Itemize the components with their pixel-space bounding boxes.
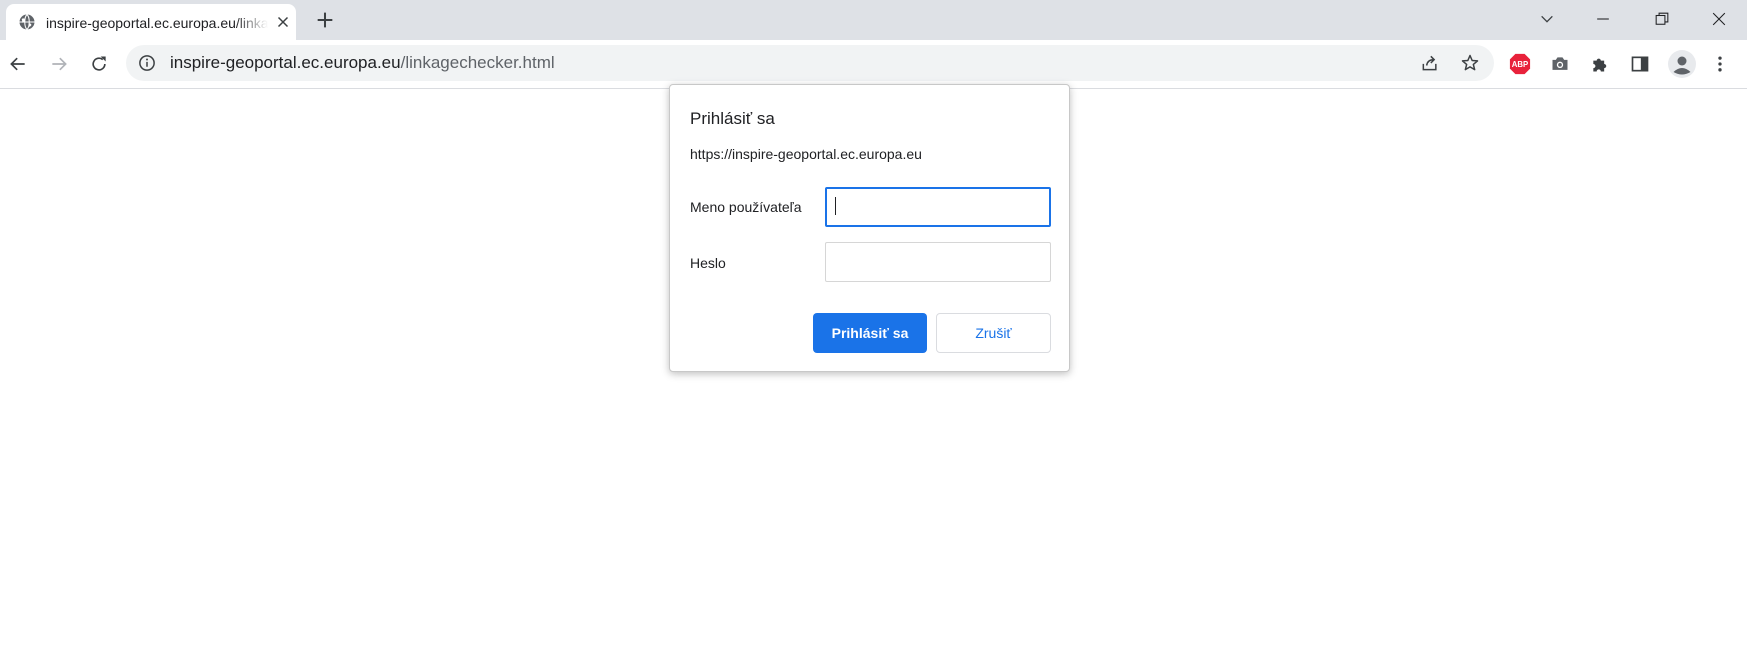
cancel-button[interactable]: Zrušiť [936, 313, 1051, 353]
globe-icon [19, 14, 35, 30]
info-icon[interactable] [138, 54, 156, 72]
kebab-menu-icon[interactable] [1708, 52, 1732, 76]
address-bar[interactable]: inspire-geoportal.ec.europa.eu/linkagech… [126, 45, 1494, 81]
restore-icon[interactable] [1634, 0, 1690, 38]
url-path: /linkagechecker.html [400, 53, 555, 72]
new-tab-icon[interactable] [314, 9, 336, 31]
dialog-origin: https://inspire-geoportal.ec.europa.eu [690, 146, 922, 162]
url-text: inspire-geoportal.ec.europa.eu/linkagech… [170, 53, 555, 73]
camera-icon[interactable] [1548, 52, 1572, 76]
text-caret [835, 197, 836, 215]
username-field[interactable] [825, 187, 1051, 227]
password-field[interactable] [825, 242, 1051, 282]
dialog-title: Prihlásiť sa [690, 109, 775, 128]
close-window-icon[interactable] [1691, 0, 1747, 38]
sign-in-button[interactable]: Prihlásiť sa [813, 313, 927, 353]
forward-arrow-icon[interactable] [47, 52, 71, 76]
sign-in-dialog: Prihlásiť sa https://inspire-geoportal.e… [669, 84, 1070, 372]
back-arrow-icon[interactable] [6, 52, 30, 76]
reload-icon[interactable] [87, 52, 111, 76]
profile-icon[interactable] [1668, 50, 1696, 78]
tab-strip: inspire-geoportal.ec.europa.eu/linkagech… [0, 0, 1747, 40]
browser-toolbar: inspire-geoportal.ec.europa.eu/linkagech… [0, 40, 1747, 89]
side-panel-icon[interactable] [1628, 52, 1652, 76]
password-label: Heslo [690, 255, 726, 271]
close-icon[interactable] [274, 13, 292, 31]
username-label: Meno používateľa [690, 199, 802, 215]
puzzle-icon[interactable] [1588, 52, 1612, 76]
minimize-icon[interactable] [1575, 0, 1631, 38]
adblock-plus-icon[interactable]: ABP [1508, 52, 1532, 76]
url-host: inspire-geoportal.ec.europa.eu [170, 53, 401, 72]
star-icon[interactable] [1458, 51, 1482, 75]
tab-search-icon[interactable] [1519, 0, 1575, 38]
abp-label: ABP [1512, 60, 1528, 69]
tab-title: inspire-geoportal.ec.europa.eu/linkagech… [46, 15, 268, 31]
browser-tab[interactable]: inspire-geoportal.ec.europa.eu/linkagech… [6, 4, 296, 40]
share-icon[interactable] [1418, 51, 1442, 75]
